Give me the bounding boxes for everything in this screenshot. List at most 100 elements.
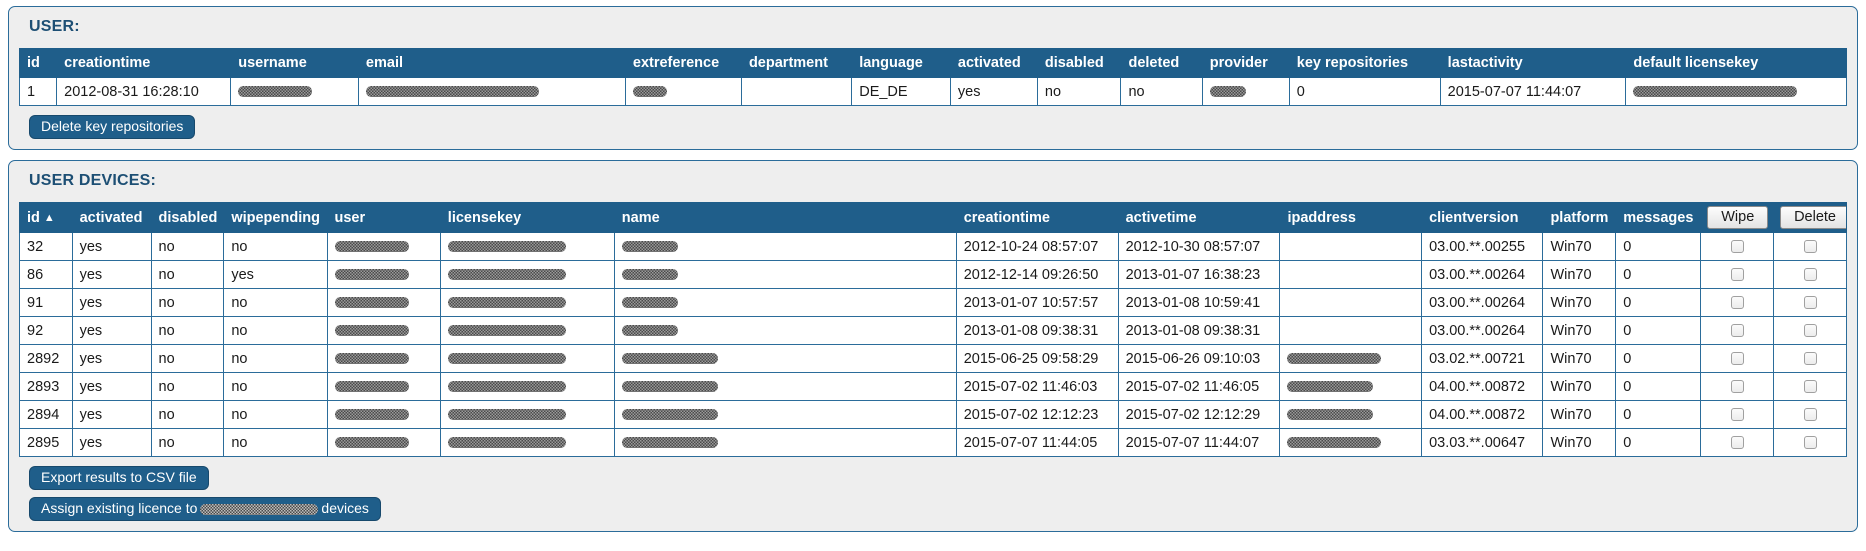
devices-col-wipepending[interactable]: wipepending bbox=[223, 202, 328, 233]
user-cell-lastactivity: 2015-07-07 11:44:07 bbox=[1439, 77, 1627, 106]
redacted-value bbox=[334, 381, 409, 393]
user-col-key-repositories[interactable]: key repositories bbox=[1288, 48, 1441, 78]
user-panel-actions: Delete key repositories bbox=[29, 115, 1847, 139]
devices-col-clientversion[interactable]: clientversion bbox=[1421, 202, 1544, 233]
user-cell-key-repositories: 0 bbox=[1288, 77, 1441, 106]
delete-checkbox[interactable] bbox=[1803, 240, 1817, 254]
wipe-checkbox[interactable] bbox=[1730, 324, 1744, 338]
device-cell-disabled: no bbox=[150, 400, 225, 429]
export-csv-button[interactable]: Export results to CSV file bbox=[29, 466, 209, 490]
delete-checkbox-cell bbox=[1773, 260, 1847, 289]
device-cell-ipaddress bbox=[1279, 372, 1423, 401]
assign-existing-licence-button[interactable]: Assign existing licence to devices bbox=[29, 497, 381, 521]
redacted-value bbox=[447, 325, 566, 337]
redacted-value bbox=[621, 381, 718, 393]
device-cell-disabled: no bbox=[150, 316, 225, 345]
delete-checkbox[interactable] bbox=[1803, 380, 1817, 394]
redacted-email bbox=[365, 86, 539, 98]
delete-checkbox-cell bbox=[1773, 288, 1847, 317]
user-col-provider[interactable]: provider bbox=[1201, 48, 1290, 78]
device-cell-clientversion: 03.00.**.00255 bbox=[1421, 232, 1544, 261]
device-cell-activated: yes bbox=[71, 372, 152, 401]
user-table: id creationtime username email extrefere… bbox=[18, 48, 1847, 106]
delete-checkbox[interactable] bbox=[1803, 352, 1817, 366]
assign-licence-suffix: devices bbox=[321, 500, 369, 516]
wipe-checkbox[interactable] bbox=[1730, 296, 1744, 310]
user-col-id[interactable]: id bbox=[18, 48, 58, 78]
delete-key-repositories-button[interactable]: Delete key repositories bbox=[29, 115, 196, 139]
wipe-checkbox[interactable] bbox=[1730, 380, 1744, 394]
table-row[interactable]: 32 yes no no 2012-10-24 08:57:07 2012-10-30 0… bbox=[19, 232, 1847, 261]
wipe-checkbox-cell bbox=[1700, 428, 1775, 457]
devices-col-activetime[interactable]: activetime bbox=[1117, 202, 1281, 233]
user-col-extreference[interactable]: extreference bbox=[624, 48, 742, 78]
table-row[interactable]: 2892 yes no no 2015-06-25 09:58:29 2015-06-26… bbox=[19, 344, 1847, 373]
table-row[interactable]: 86 yes no yes 2012-12-14 09:26:50 2013-01-07 … bbox=[19, 260, 1847, 289]
table-row[interactable]: 2894 yes no no 2015-07-02 12:12:23 2015-07-02… bbox=[19, 400, 1847, 429]
devices-col-creationtime[interactable]: creationtime bbox=[955, 202, 1119, 233]
wipe-checkbox[interactable] bbox=[1730, 268, 1744, 282]
table-row[interactable]: 92 yes no no 2013-01-08 09:38:31 2013-01-08 0… bbox=[19, 316, 1847, 345]
device-cell-activetime: 2015-07-02 12:12:29 bbox=[1117, 400, 1281, 429]
devices-col-activated[interactable]: activated bbox=[71, 202, 152, 233]
delete-checkbox[interactable] bbox=[1803, 296, 1817, 310]
wipe-checkbox[interactable] bbox=[1730, 352, 1744, 366]
device-cell-messages: 0 bbox=[1615, 400, 1702, 429]
device-cell-messages: 0 bbox=[1615, 316, 1702, 345]
device-cell-id: 2892 bbox=[19, 344, 73, 373]
device-cell-messages: 0 bbox=[1615, 260, 1702, 289]
user-cell-default-licensekey bbox=[1625, 77, 1847, 106]
user-col-disabled[interactable]: disabled bbox=[1036, 48, 1122, 78]
table-row[interactable]: 2895 yes no no 2015-07-07 11:44:05 2015-07-07… bbox=[19, 428, 1847, 457]
user-col-username[interactable]: username bbox=[230, 48, 359, 78]
user-col-lastactivity[interactable]: lastactivity bbox=[1439, 48, 1627, 78]
devices-col-platform[interactable]: platform bbox=[1542, 202, 1617, 233]
redacted-value bbox=[447, 241, 566, 253]
devices-col-user[interactable]: user bbox=[326, 202, 441, 233]
wipe-checkbox[interactable] bbox=[1730, 408, 1744, 422]
delete-checkbox[interactable] bbox=[1803, 268, 1817, 282]
user-col-default-licensekey[interactable]: default licensekey bbox=[1625, 48, 1847, 78]
delete-checkbox[interactable] bbox=[1803, 436, 1817, 450]
redacted-value bbox=[334, 353, 409, 365]
device-cell-clientversion: 03.02.**.00721 bbox=[1421, 344, 1544, 373]
user-col-language[interactable]: language bbox=[851, 48, 951, 78]
devices-col-disabled[interactable]: disabled bbox=[150, 202, 225, 233]
device-cell-messages: 0 bbox=[1615, 232, 1702, 261]
devices-col-messages[interactable]: messages bbox=[1615, 202, 1702, 233]
user-cell-email bbox=[357, 77, 626, 106]
table-row[interactable]: 91 yes no no 2013-01-07 10:57:57 2013-01-08 1… bbox=[19, 288, 1847, 317]
user-col-deleted[interactable]: deleted bbox=[1120, 48, 1203, 78]
device-cell-user bbox=[326, 316, 441, 345]
wipe-checkbox[interactable] bbox=[1730, 436, 1744, 450]
user-col-email[interactable]: email bbox=[357, 48, 626, 78]
devices-col-name[interactable]: name bbox=[613, 202, 957, 233]
table-row[interactable]: 2893 yes no no 2015-07-02 11:46:03 2015-07-02… bbox=[19, 372, 1847, 401]
user-col-department[interactable]: department bbox=[740, 48, 853, 78]
devices-col-ipaddress[interactable]: ipaddress bbox=[1279, 202, 1423, 233]
devices-col-id[interactable]: id ▲ bbox=[19, 202, 73, 233]
delete-checkbox-cell bbox=[1773, 232, 1847, 261]
user-col-creationtime[interactable]: creationtime bbox=[56, 48, 232, 78]
devices-col-licensekey[interactable]: licensekey bbox=[439, 202, 615, 233]
delete-button[interactable]: Delete bbox=[1780, 206, 1846, 229]
device-cell-activated: yes bbox=[71, 232, 152, 261]
device-cell-activetime: 2015-07-07 11:44:07 bbox=[1117, 428, 1281, 457]
device-cell-messages: 0 bbox=[1615, 372, 1702, 401]
user-cell-username bbox=[230, 77, 359, 106]
device-cell-clientversion: 04.00.**.00872 bbox=[1421, 372, 1544, 401]
delete-checkbox[interactable] bbox=[1803, 324, 1817, 338]
device-cell-platform: Win70 bbox=[1542, 232, 1617, 261]
device-cell-clientversion: 03.03.**.00647 bbox=[1421, 428, 1544, 457]
user-cell-disabled: no bbox=[1036, 77, 1122, 106]
device-cell-clientversion: 03.00.**.00264 bbox=[1421, 288, 1544, 317]
device-cell-activetime: 2013-01-08 09:38:31 bbox=[1117, 316, 1281, 345]
device-cell-platform: Win70 bbox=[1542, 316, 1617, 345]
user-cell-extreference bbox=[624, 77, 742, 106]
table-row[interactable]: 1 2012-08-31 16:28:10 DE_DE yes no no 0 … bbox=[18, 77, 1847, 106]
wipe-button[interactable]: Wipe bbox=[1707, 206, 1769, 229]
wipe-checkbox[interactable] bbox=[1730, 240, 1744, 254]
user-col-activated[interactable]: activated bbox=[949, 48, 1038, 78]
wipe-checkbox-cell bbox=[1700, 344, 1775, 373]
delete-checkbox[interactable] bbox=[1803, 408, 1817, 422]
